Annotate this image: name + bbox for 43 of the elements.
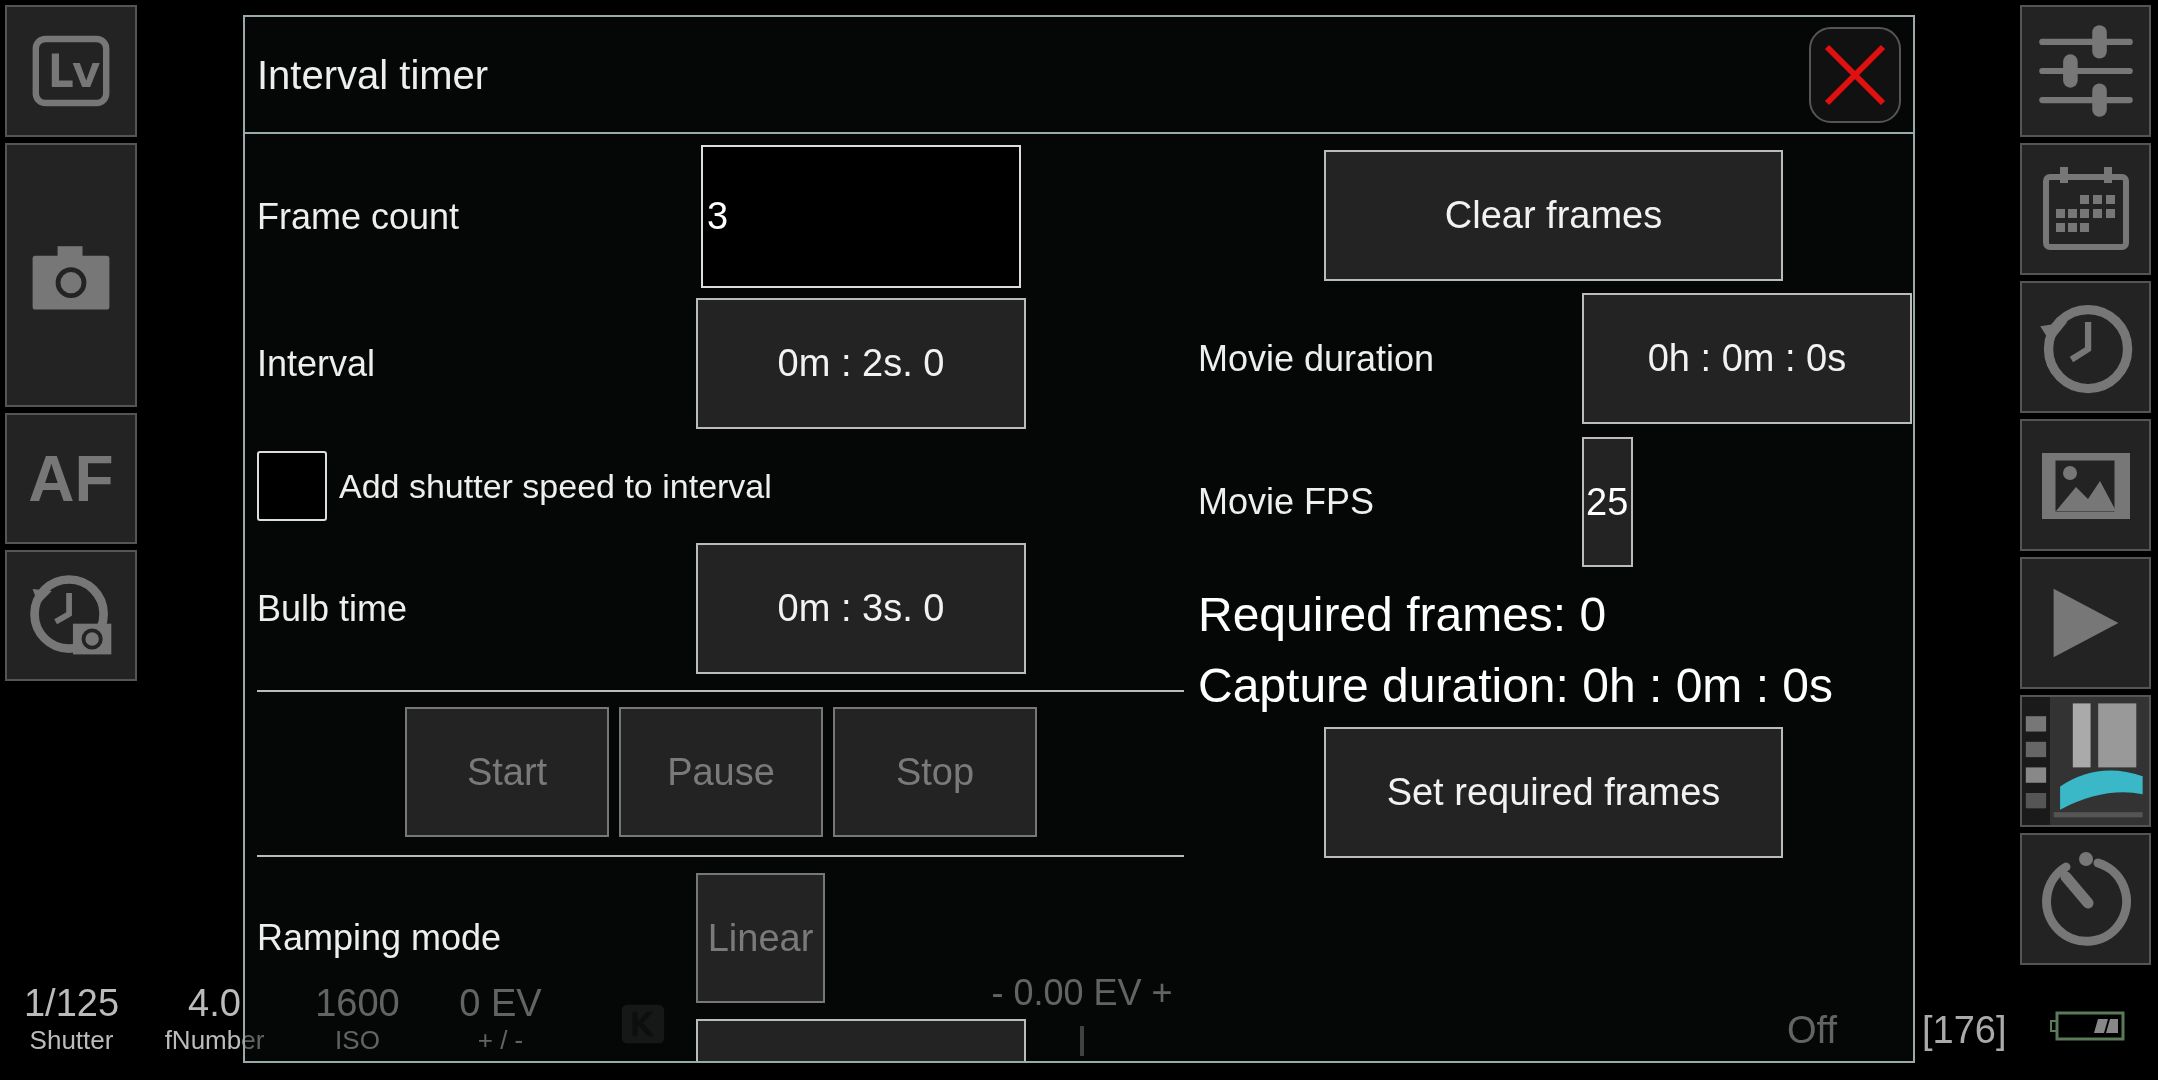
history-button[interactable] <box>2020 281 2151 413</box>
gallery-button[interactable] <box>2020 419 2151 551</box>
battery-icon <box>2050 1011 2126 1041</box>
interval-button[interactable]: 0m : 2s. 0 <box>696 298 1026 429</box>
fps-field[interactable]: 25 <box>1582 437 1633 567</box>
required-frames-text: Required frames: 0 <box>1198 589 1608 642</box>
checkbox[interactable] <box>257 451 327 521</box>
dialog-title: Interval timer <box>257 51 489 99</box>
ev-compensation: - 0.00 EV + <box>991 971 1173 1015</box>
clear-frames-button[interactable]: Clear frames <box>1324 150 1783 281</box>
exposure-label: ISO <box>335 1024 380 1056</box>
movie-duration-button[interactable]: 0h : 0m : 0s <box>1582 293 1912 424</box>
capture-duration-text: Capture duration: 0h : 0m : 0s <box>1198 659 1834 713</box>
autofocus-button[interactable]: AF <box>5 413 137 544</box>
bulb-time-button[interactable]: 0m : 3s. 0 <box>696 543 1026 674</box>
settings-button[interactable] <box>2020 5 2151 137</box>
exposure-label: + / - <box>477 1024 524 1056</box>
option-button[interactable] <box>696 1019 1026 1061</box>
field-label: Frame count <box>257 194 461 239</box>
close-button[interactable] <box>1809 26 1901 123</box>
camera-button[interactable] <box>5 143 137 407</box>
checkbox-label: Add shutter speed to interval <box>339 465 772 507</box>
exposure-value: 1/125 <box>23 983 120 1025</box>
exposure-value: 1600 <box>315 983 400 1025</box>
exposure-value: 4.0 <box>188 983 241 1025</box>
exposure-value: 0 EV <box>459 983 542 1025</box>
frame-count-field[interactable]: 3 <box>701 145 1021 288</box>
mode-value: Off <box>1787 1008 1837 1053</box>
calendar-button[interactable] <box>2020 143 2151 275</box>
field-label: Movie FPS <box>1198 480 1376 524</box>
field-label: Bulb time <box>257 586 409 631</box>
set-required-frames-button[interactable]: Set required frames <box>1324 726 1783 858</box>
field-label: Interval <box>257 341 377 386</box>
exposure-label: Shutter <box>29 1024 114 1056</box>
shots-remaining: [176] <box>1922 1008 2007 1053</box>
field-label: Ramping mode <box>257 916 503 960</box>
ev-scale-marker[interactable] <box>1080 1026 1084 1056</box>
live-view-button[interactable] <box>5 5 137 137</box>
play-button[interactable] <box>2020 557 2151 689</box>
close-icon <box>1823 42 1887 107</box>
timelapse-button[interactable] <box>5 550 137 681</box>
self-timer-button[interactable] <box>2020 833 2151 965</box>
field-label: Movie duration <box>1198 336 1436 381</box>
